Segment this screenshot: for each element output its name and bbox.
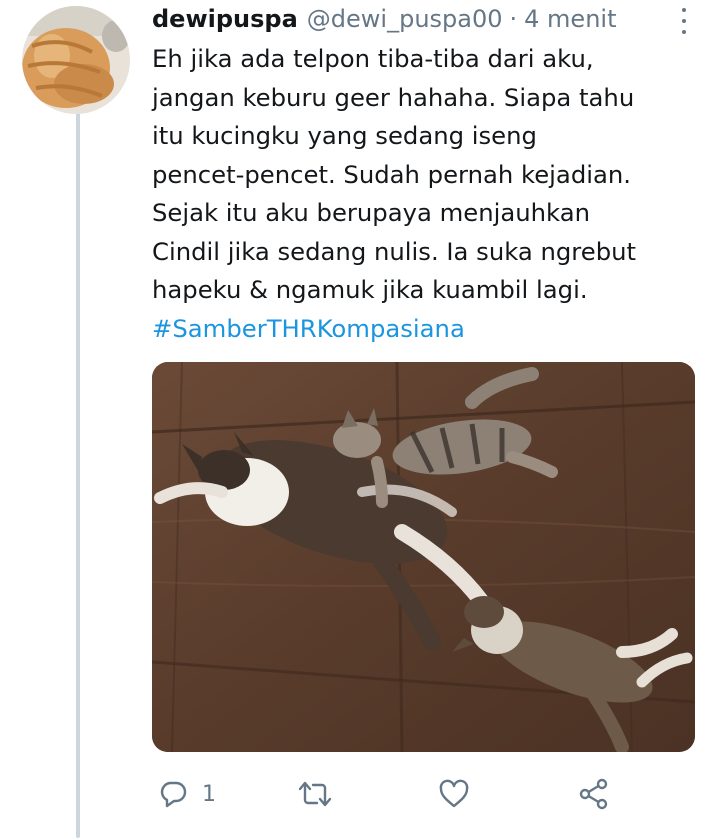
tweet-photo[interactable]: [152, 362, 695, 752]
share-icon: [579, 778, 608, 810]
reply-count: 1: [202, 781, 216, 807]
more-options-icon[interactable]: [678, 8, 690, 34]
thread-line: [76, 112, 80, 838]
reply-icon: [160, 781, 187, 808]
tweet-text: Eh jika ada telpon tiba-tiba dari aku, j…: [152, 40, 697, 348]
user-handle[interactable]: @dewi_puspa00: [307, 5, 503, 33]
separator-dot: ·: [509, 5, 518, 33]
tweet-timestamp[interactable]: 4 menit: [524, 5, 616, 33]
retweet-icon: [298, 781, 332, 807]
tweet-actions: 1: [152, 774, 622, 814]
tweet-text-line: Cindil jika sedang nulis. Ia suka ngrebu…: [152, 236, 637, 266]
reply-button[interactable]: 1: [158, 774, 216, 814]
tweet-text-line: Eh jika ada telpon tiba-tiba dari aku,: [152, 44, 594, 73]
heart-icon: [439, 779, 469, 808]
tweet-text-line: jangan keburu geer hahaha. Siapa tahu: [152, 82, 635, 112]
tweet-text-line: hapeku & ngamuk jika kuambil lagi.: [152, 275, 588, 304]
share-button[interactable]: [578, 774, 610, 814]
tweet-text-line: itu kucingku yang sedang iseng: [152, 121, 537, 150]
retweet-button[interactable]: [298, 774, 332, 814]
tweet-text-line: pencet-pencet. Sudah pernah kejadian.: [152, 159, 631, 189]
like-button[interactable]: [438, 774, 470, 814]
tweet-header: dewipuspa @dewi_puspa00 · 4 menit: [152, 2, 680, 36]
tweet-text-line: Sejak itu aku berupaya menjauhkan: [152, 198, 590, 227]
hashtag-link[interactable]: #SamberTHRKompasiana: [152, 310, 697, 349]
avatar[interactable]: [22, 6, 130, 114]
display-name[interactable]: dewipuspa: [152, 5, 298, 33]
